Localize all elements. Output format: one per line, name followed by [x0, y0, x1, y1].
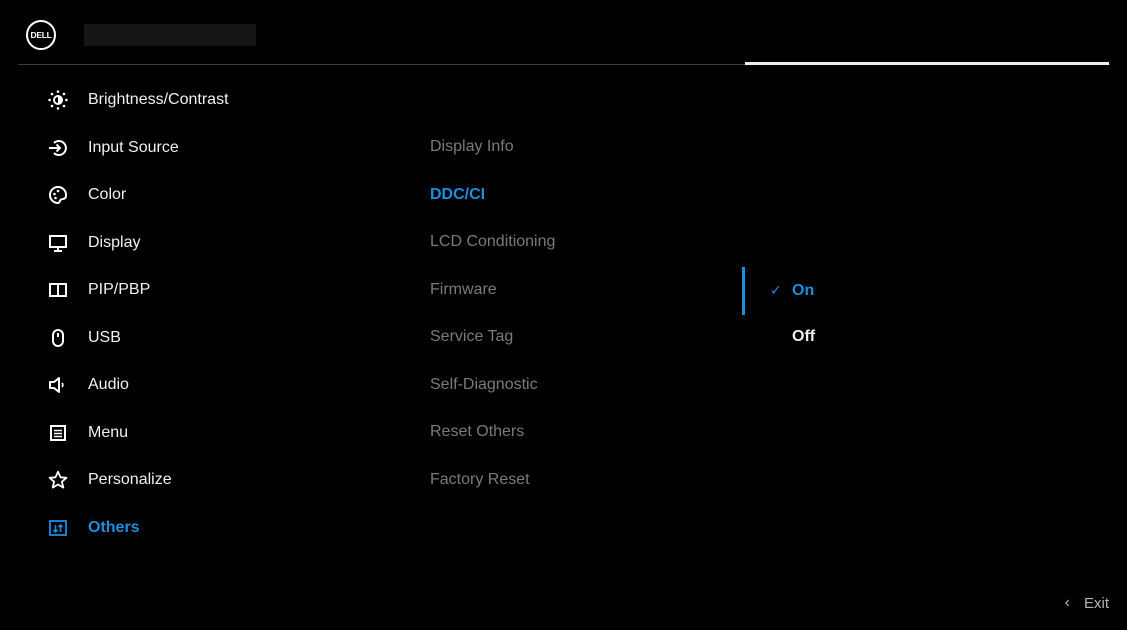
nav-item-label: Display [88, 234, 140, 252]
nav-item-menu[interactable]: Menu [40, 418, 340, 448]
nav-item-label: Menu [88, 424, 128, 442]
brightness-icon [40, 85, 76, 115]
header-progress-indicator [745, 62, 1109, 65]
usb-mouse-icon [40, 323, 76, 353]
display-monitor-icon [40, 228, 76, 258]
nav-item-label: PIP/PBP [88, 281, 150, 299]
nav-item-label: USB [88, 329, 121, 347]
dell-logo: DELL [26, 20, 56, 50]
nav-item-label: Input Source [88, 139, 179, 157]
exit-button[interactable]: ‹ Exit [1065, 594, 1109, 612]
option-label: On [792, 282, 814, 299]
nav-item-label: Others [88, 519, 140, 537]
submenu-firmware[interactable]: Firmware [430, 278, 497, 302]
nav-item-label: Audio [88, 376, 129, 394]
nav-item-input-source[interactable]: Input Source [40, 133, 340, 163]
option-on[interactable]: ✓On [770, 278, 814, 302]
submenu-self-diagnostic[interactable]: Self-Diagnostic [430, 373, 538, 397]
option-label: Off [792, 328, 815, 345]
nav-item-audio[interactable]: Audio [40, 370, 340, 400]
option-off[interactable]: Off [770, 325, 815, 349]
exit-label: Exit [1084, 595, 1109, 612]
submenu-lcd-conditioning[interactable]: LCD Conditioning [430, 230, 555, 254]
nav-item-label: Brightness/Contrast [88, 91, 229, 109]
audio-speaker-icon [40, 370, 76, 400]
others-icon [40, 513, 76, 543]
nav-item-display[interactable]: Display [40, 228, 340, 258]
nav-item-others[interactable]: Others [40, 513, 340, 543]
focus-indicator [742, 267, 745, 315]
nav-item-pip-pbp[interactable]: PIP/PBP [40, 275, 340, 305]
submenu-ddc-ci[interactable]: DDC/CI [430, 183, 485, 207]
submenu-reset-others[interactable]: Reset Others [430, 420, 524, 444]
chevron-left-icon: ‹ [1065, 594, 1070, 612]
nav-item-personalize[interactable]: Personalize [40, 465, 340, 495]
nav-item-brightness-contrast[interactable]: Brightness/Contrast [40, 85, 340, 115]
submenu-display-info[interactable]: Display Info [430, 135, 514, 159]
input-source-icon [40, 133, 76, 163]
submenu-factory-reset[interactable]: Factory Reset [430, 468, 530, 492]
submenu-service-tag[interactable]: Service Tag [430, 325, 513, 349]
pip-pbp-icon [40, 275, 76, 305]
menu-list-icon [40, 418, 76, 448]
model-name-bar [84, 24, 256, 46]
monitor-osd: DELL Brightness/Contrast Input Source Co… [0, 0, 1127, 630]
nav-item-color[interactable]: Color [40, 180, 340, 210]
nav-item-label: Personalize [88, 471, 172, 489]
checkmark-icon: ✓ [770, 278, 792, 302]
nav-item-usb[interactable]: USB [40, 323, 340, 353]
star-icon [40, 465, 76, 495]
nav-item-label: Color [88, 186, 126, 204]
color-palette-icon [40, 180, 76, 210]
